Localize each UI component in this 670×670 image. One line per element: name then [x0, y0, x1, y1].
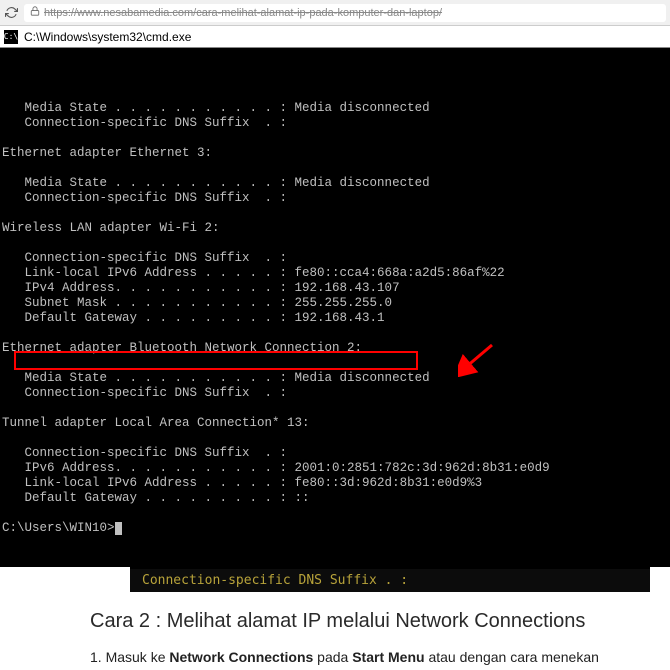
terminal-line: Connection-specific DNS Suffix . : [0, 116, 670, 131]
terminal-line: Media State . . . . . . . . . . . : Medi… [0, 176, 670, 191]
terminal-line: Connection-specific DNS Suffix . : [0, 386, 670, 401]
terminal-line [0, 431, 670, 446]
section-heading: Cara 2 : Melihat alamat IP melalui Netwo… [90, 610, 650, 633]
reload-icon[interactable] [4, 6, 18, 20]
cmd-title: C:\Windows\system32\cmd.exe [24, 30, 191, 44]
terminal-output[interactable]: Media State . . . . . . . . . . . : Medi… [0, 48, 670, 567]
terminal-line: IPv6 Address. . . . . . . . . . . : 2001… [0, 461, 670, 476]
terminal-line: Ethernet adapter Ethernet 3: [0, 146, 670, 161]
terminal-line: Wireless LAN adapter Wi-Fi 2: [0, 221, 670, 236]
terminal-line: Connection-specific DNS Suffix . : [0, 191, 670, 206]
embedded-terminal-snippet: Connection-specific DNS Suffix . : [130, 567, 650, 592]
terminal-line [0, 206, 670, 221]
terminal-line [0, 401, 670, 416]
terminal-line: Default Gateway . . . . . . . . . : 192.… [0, 311, 670, 326]
terminal-line [0, 356, 670, 371]
terminal-line: Connection-specific DNS Suffix . : [0, 251, 670, 266]
terminal-line: Link-local IPv6 Address . . . . . : fe80… [0, 476, 670, 491]
terminal-line: Connection-specific DNS Suffix . : [0, 446, 670, 461]
terminal-line: Tunnel adapter Local Area Connection* 13… [0, 416, 670, 431]
browser-toolbar: https://www.nesabamedia.com/cara-melihat… [0, 0, 670, 26]
cmd-icon: C:\ [4, 30, 18, 44]
url-text: https://www.nesabamedia.com/cara-melihat… [44, 7, 442, 19]
step-1: 1. Masuk ke Network Connections pada Sta… [90, 647, 650, 668]
page-content: Connection-specific DNS Suffix . : Cara … [0, 567, 670, 668]
terminal-line: Default Gateway . . . . . . . . . : :: [0, 491, 670, 506]
url-bar[interactable]: https://www.nesabamedia.com/cara-melihat… [24, 4, 666, 22]
terminal-line: C:\Users\WIN10> [0, 521, 670, 536]
terminal-line [0, 236, 670, 251]
cmd-titlebar: C:\ C:\Windows\system32\cmd.exe [0, 26, 670, 48]
terminal-line: IPv4 Address. . . . . . . . . . . : 192.… [0, 281, 670, 296]
terminal-line: Link-local IPv6 Address . . . . . : fe80… [0, 266, 670, 281]
terminal-line: Subnet Mask . . . . . . . . . . . : 255.… [0, 296, 670, 311]
terminal-line [0, 326, 670, 341]
terminal-line: Media State . . . . . . . . . . . : Medi… [0, 371, 670, 386]
cursor [115, 522, 122, 535]
snippet-text: Connection-specific DNS Suffix . : [142, 573, 408, 588]
terminal-line: Ethernet adapter Bluetooth Network Conne… [0, 341, 670, 356]
terminal-line [0, 506, 670, 521]
terminal-line [0, 131, 670, 146]
terminal-line: Media State . . . . . . . . . . . : Medi… [0, 101, 670, 116]
lock-icon [30, 6, 40, 19]
terminal-line [0, 161, 670, 176]
terminal-line [0, 86, 670, 101]
